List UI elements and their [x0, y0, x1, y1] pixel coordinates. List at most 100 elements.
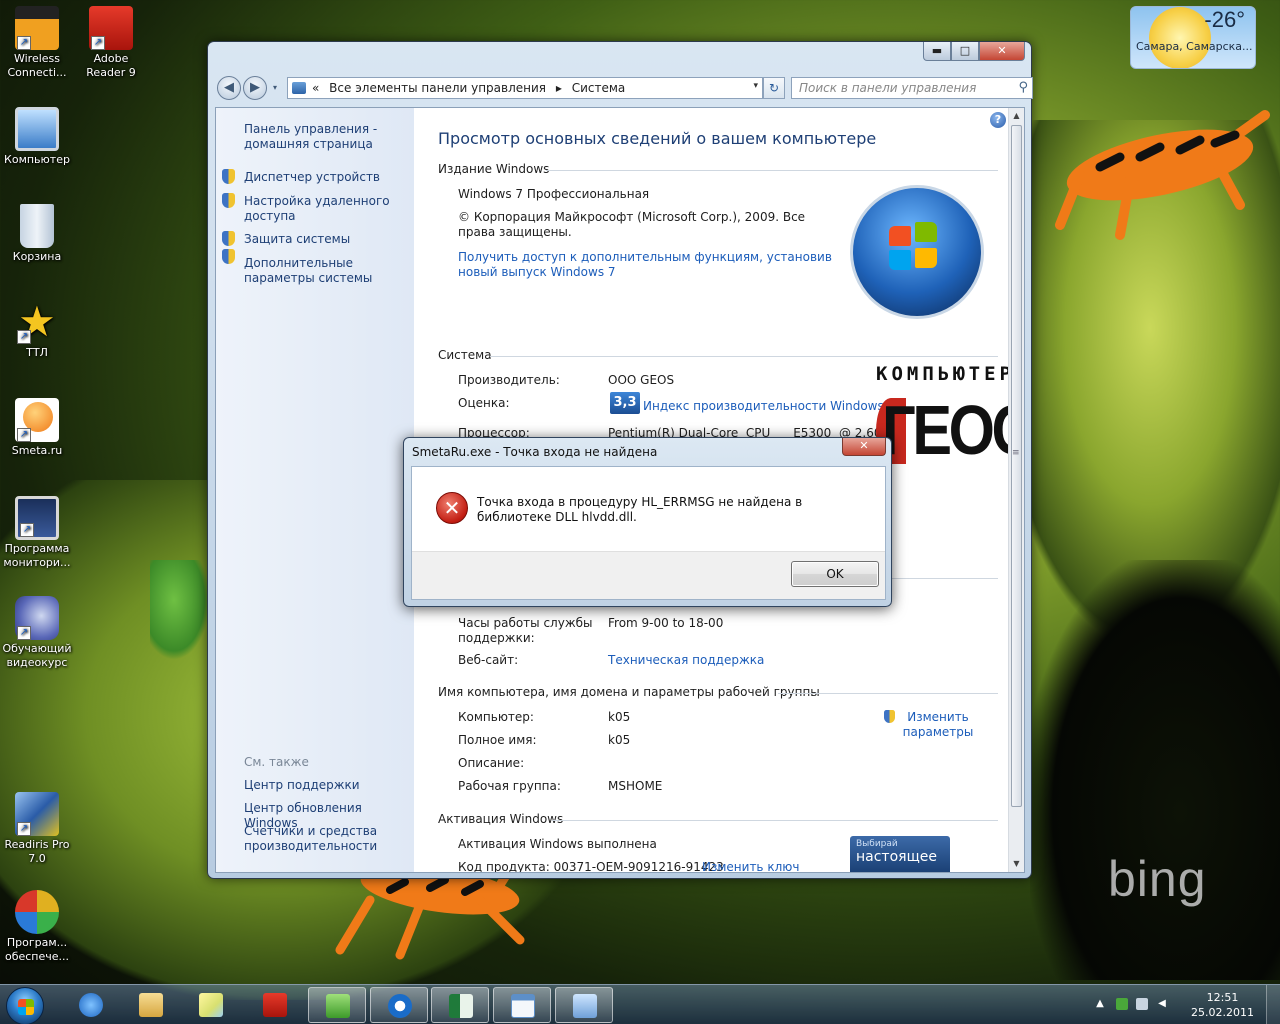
show-desktop-button[interactable]	[1266, 985, 1280, 1024]
error-dialog[interactable]: SmetaRu.exe - Точка входа не найдена ✕ ✕…	[403, 437, 892, 607]
device-manager-link[interactable]: Диспетчер устройств	[244, 170, 412, 185]
desktop-icon-computer[interactable]: Компьютер	[0, 107, 74, 167]
workgroup-label: Рабочая группа:	[458, 779, 561, 793]
search-icon[interactable]: ⚲	[1018, 80, 1028, 95]
start-button[interactable]	[6, 987, 44, 1024]
desktop-icon-readiris[interactable]: ↗ Readiris Pro 7.0	[0, 792, 74, 866]
address-bar[interactable]: « Все элементы панели управления ▸ Систе…	[287, 77, 763, 99]
stickynotes-icon	[199, 993, 223, 1017]
section-divider	[778, 693, 998, 694]
system-protection-link[interactable]: Защита системы	[244, 232, 412, 247]
change-key-link[interactable]: Изменить ключ	[702, 860, 799, 872]
desktop-icon-adobe-reader[interactable]: ↗ Adobe Reader 9	[74, 6, 148, 80]
desktop-icon-video-course[interactable]: ↗ Обучающий видеокурс	[0, 596, 74, 670]
description-label: Описание:	[458, 756, 525, 770]
weather-gadget[interactable]: -26° Самара, Самарска...	[1130, 6, 1256, 69]
ok-button[interactable]: OK	[791, 561, 879, 587]
desktop-icon-label: Програм... обеспече...	[4, 936, 70, 963]
taskbar-adobe-reader[interactable]	[246, 987, 304, 1023]
flag-tray-icon[interactable]	[1136, 998, 1148, 1010]
change-settings-link[interactable]: Изменить параметры	[898, 710, 978, 740]
taskbar-window[interactable]	[493, 987, 551, 1023]
software-icon	[15, 890, 59, 934]
maximize-button[interactable]: □	[951, 42, 979, 61]
desktop-icon-label: ТТЛ	[26, 346, 48, 359]
desktop-icon-label: Wireless Connecti...	[7, 52, 67, 79]
desktop-icon-label: Компьютер	[4, 153, 70, 166]
section-header-edition: Издание Windows	[438, 162, 550, 176]
refresh-button[interactable]: ↻	[763, 77, 785, 99]
breadcrumb-system[interactable]: Система	[572, 81, 626, 95]
desktop-icon-monitoring-program[interactable]: ↗ Программа монитори...	[0, 496, 74, 570]
show-hidden-icons-icon[interactable]: ▲	[1094, 998, 1106, 1010]
address-dropdown-icon[interactable]: ▾	[753, 81, 758, 91]
activation-status: Активация Windows выполнена	[458, 837, 657, 851]
scrollbar-thumb[interactable]	[1011, 125, 1022, 807]
advanced-system-settings-link[interactable]: Дополнительные параметры системы	[244, 256, 412, 286]
taskbar-explorer[interactable]	[122, 987, 180, 1023]
network-tray-icon[interactable]	[1116, 998, 1128, 1010]
control-panel-home-link[interactable]: Панель управления - домашняя страница	[244, 122, 412, 152]
scroll-down-icon[interactable]: ▼	[1009, 856, 1024, 872]
search-input[interactable]: Поиск в панели управления ⚲	[791, 77, 1033, 99]
search-placeholder: Поиск в панели управления	[799, 81, 977, 95]
experience-index-link[interactable]: Индекс производительности Windows	[643, 399, 884, 414]
breadcrumb-all-items[interactable]: Все элементы панели управления	[329, 81, 546, 95]
remote-settings-link[interactable]: Настройка удаленного доступа	[244, 194, 412, 224]
windows-flag-icon	[18, 999, 34, 1015]
desktop-icon-ttl[interactable]: ★ ↗ ТТЛ	[0, 300, 74, 360]
dialog-close-button[interactable]: ✕	[842, 438, 886, 456]
taskbar-ie[interactable]	[62, 987, 120, 1023]
desktop-icon-label: Корзина	[12, 250, 62, 263]
back-button[interactable]: ◀	[217, 76, 241, 100]
smetaru-icon	[326, 994, 350, 1018]
ie-icon	[79, 993, 103, 1017]
wallpaper-frog	[1055, 110, 1270, 240]
website-label: Веб-сайт:	[458, 653, 519, 667]
action-center-link[interactable]: Центр поддержки	[244, 778, 412, 793]
readiris-icon: ↗	[15, 792, 59, 836]
breadcrumb-overflow[interactable]: «	[312, 81, 319, 95]
section-header-activation: Активация Windows	[438, 812, 564, 826]
scroll-up-icon[interactable]: ▲	[1009, 108, 1024, 124]
wallpaper-frog	[150, 560, 210, 660]
experience-index-score[interactable]: 3,3	[610, 392, 640, 414]
smeta-icon: ↗	[15, 398, 59, 442]
upgrade-windows-link[interactable]: Получить доступ к дополнительным функция…	[458, 250, 838, 280]
recycle-bin-icon	[20, 204, 54, 248]
desktop-icon-software[interactable]: Програм... обеспече...	[0, 890, 74, 964]
close-button[interactable]: ✕	[979, 42, 1025, 61]
desktop-icon-label: Smeta.ru	[11, 444, 63, 457]
recent-pages-dropdown[interactable]: ▾	[273, 83, 277, 92]
desktop-icon-recycle-bin[interactable]: Корзина	[0, 204, 74, 264]
minimize-button[interactable]: ▬	[923, 42, 951, 61]
performance-tools-link[interactable]: Счетчики и средства производительности	[244, 824, 412, 854]
weather-city: Самара, Самарска...	[1136, 40, 1253, 53]
help-icon[interactable]: ?	[990, 112, 1006, 128]
explorer-icon	[139, 993, 163, 1017]
computer-value: k05	[608, 710, 631, 724]
uac-shield-icon	[222, 169, 235, 184]
taskbar-excel[interactable]	[431, 987, 489, 1023]
taskbar-teamviewer[interactable]	[370, 987, 428, 1023]
dialog-title: SmetaRu.exe - Точка входа не найдена	[412, 445, 658, 459]
taskbar-control-panel[interactable]	[555, 987, 613, 1023]
manufacturer-label: Производитель:	[458, 373, 560, 387]
product-key: Код продукта: 00371-OEM-9091216-91423	[458, 860, 724, 873]
scrollbar-grip-icon: ≡	[1012, 448, 1020, 458]
monitor-program-icon: ↗	[15, 496, 59, 540]
genuine-microsoft-badge[interactable]: Выбирай настоящее	[850, 836, 950, 872]
forward-button[interactable]: ▶	[243, 76, 267, 100]
vertical-scrollbar[interactable]: ▲ ≡ ▼	[1008, 108, 1024, 872]
volume-icon[interactable]: ◀	[1156, 998, 1168, 1010]
tech-support-link[interactable]: Техническая поддержка	[608, 653, 764, 668]
desktop-icon-wireless[interactable]: ↗ Wireless Connecti...	[0, 6, 74, 80]
support-hours-value: From 9-00 to 18-00	[608, 616, 724, 630]
taskbar-sticky-notes[interactable]	[182, 987, 240, 1023]
taskbar-clock[interactable]: 12:51 25.02.2011	[1191, 990, 1254, 1020]
clock-date: 25.02.2011	[1191, 1006, 1254, 1019]
taskbar-smetaru[interactable]	[308, 987, 366, 1023]
oem-logo-text: КОМПЬЮТЕРЫ	[876, 363, 1025, 385]
desktop-icon-smeta[interactable]: ↗ Smeta.ru	[0, 398, 74, 458]
breadcrumb-separator-icon[interactable]: ▸	[556, 81, 562, 95]
